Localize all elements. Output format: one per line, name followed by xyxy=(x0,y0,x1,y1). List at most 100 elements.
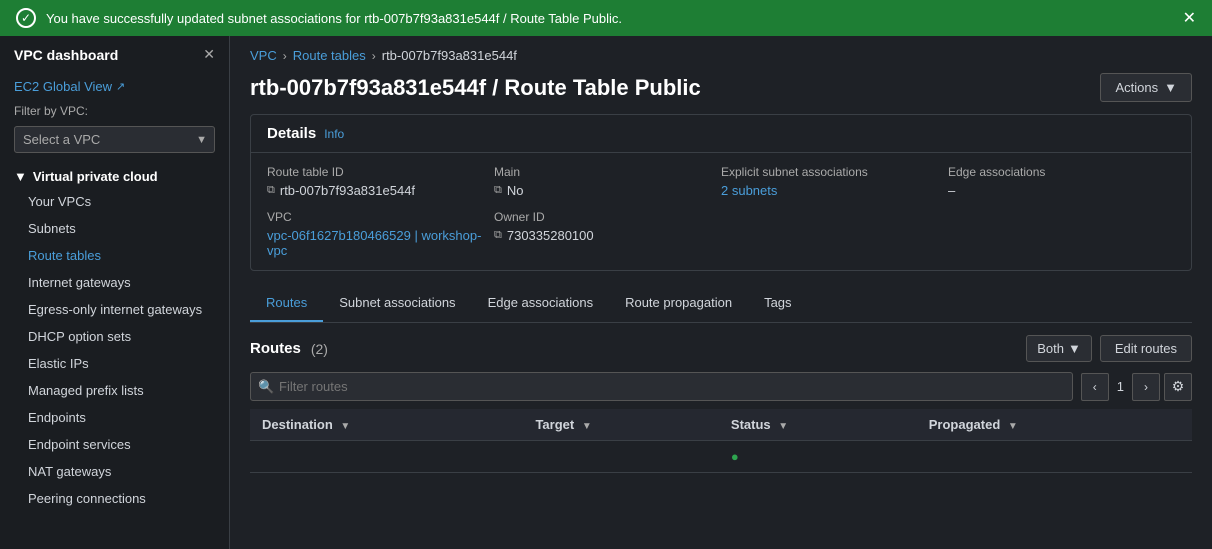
routes-actions: Both ▼ Edit routes xyxy=(1026,335,1192,362)
routes-count: (2) xyxy=(311,341,328,357)
col-destination: Destination ▼ xyxy=(250,409,523,441)
owner-id-item: Owner ID ⧉ 730335280100 xyxy=(494,210,721,258)
ec2-global-view-label: EC2 Global View xyxy=(14,79,112,94)
chevron-section-icon: ▼ xyxy=(14,169,27,184)
vpc-filter-wrap: Select a VPC ▼ xyxy=(14,126,215,153)
edge-assoc-value: – xyxy=(948,183,1175,198)
sort-icon: ▼ xyxy=(582,421,592,432)
filter-label: Filter by VPC: xyxy=(0,100,229,122)
details-grid: Route table ID ⧉ rtb-007b7f93a831e544f M… xyxy=(251,153,1191,270)
sidebar-item-subnets[interactable]: Subnets xyxy=(0,215,229,242)
explicit-subnet-link[interactable]: 2 subnets xyxy=(721,183,777,198)
sidebar-item-label: Endpoint services xyxy=(28,437,131,452)
vpc-value: vpc-06f1627b180466529 | workshop-vpc xyxy=(267,228,494,258)
chevron-down-icon: ▼ xyxy=(1164,80,1177,95)
routes-section: Routes (2) Both ▼ Edit routes 🔍 xyxy=(250,335,1192,473)
actions-button[interactable]: Actions ▼ xyxy=(1100,73,1192,102)
main-item: Main ⧉ No xyxy=(494,165,721,198)
edit-routes-button[interactable]: Edit routes xyxy=(1100,335,1192,362)
details-card: Details Info Route table ID ⧉ rtb-007b7f… xyxy=(250,114,1192,271)
copy-icon[interactable]: ⧉ xyxy=(267,184,275,197)
sidebar-item-label: Endpoints xyxy=(28,410,86,425)
details-info-link[interactable]: Info xyxy=(324,127,344,141)
sidebar-header: VPC dashboard ✕ xyxy=(0,36,229,73)
tab-route-propagation[interactable]: Route propagation xyxy=(609,285,748,322)
breadcrumb-sep-1: › xyxy=(283,49,287,63)
check-icon: ✓ xyxy=(16,8,36,28)
sidebar-item-nat-gateways[interactable]: NAT gateways xyxy=(0,458,229,485)
sidebar-item-label: Peering connections xyxy=(28,491,146,506)
status-icon: ● xyxy=(731,449,739,464)
sidebar-item-label: DHCP option sets xyxy=(28,329,131,344)
sidebar-item-endpoint-services[interactable]: Endpoint services xyxy=(0,431,229,458)
filter-routes-input[interactable] xyxy=(250,372,1073,401)
sidebar-item-endpoints[interactable]: Endpoints xyxy=(0,404,229,431)
col-target: Target ▼ xyxy=(523,409,718,441)
sidebar-item-label: NAT gateways xyxy=(28,464,111,479)
explicit-subnet-label: Explicit subnet associations xyxy=(721,165,948,179)
routes-title: Routes xyxy=(250,340,301,357)
table-row: ● xyxy=(250,441,1192,473)
tabs-bar: Routes Subnet associations Edge associat… xyxy=(250,285,1192,323)
tab-subnet-associations[interactable]: Subnet associations xyxy=(323,285,471,322)
sidebar-item-label: Egress-only internet gateways xyxy=(28,302,202,317)
tab-edge-associations[interactable]: Edge associations xyxy=(472,285,610,322)
external-link-icon: ↗ xyxy=(116,80,125,93)
banner-close-button[interactable]: ✕ xyxy=(1183,8,1196,28)
details-title: Details xyxy=(267,125,316,142)
sidebar-title: VPC dashboard xyxy=(14,47,118,63)
sidebar-item-route-tables[interactable]: Route tables xyxy=(0,242,229,269)
table-header-row: Destination ▼ Target ▼ Status ▼ Propag xyxy=(250,409,1192,441)
copy-icon[interactable]: ⧉ xyxy=(494,229,502,242)
vpc-section-header[interactable]: ▼ Virtual private cloud xyxy=(0,161,229,188)
sidebar-item-managed-prefix[interactable]: Managed prefix lists xyxy=(0,377,229,404)
sidebar-item-label: Managed prefix lists xyxy=(28,383,144,398)
search-wrap: 🔍 xyxy=(250,372,1073,401)
main-content: VPC › Route tables › rtb-007b7f93a831e54… xyxy=(230,36,1212,549)
route-table-id-item: Route table ID ⧉ rtb-007b7f93a831e544f xyxy=(267,165,494,198)
sidebar-item-egress-only[interactable]: Egress-only internet gateways xyxy=(0,296,229,323)
tab-routes[interactable]: Routes xyxy=(250,285,323,322)
explicit-subnet-value: 2 subnets xyxy=(721,183,948,198)
details-header: Details Info xyxy=(251,115,1191,153)
edge-assoc-label: Edge associations xyxy=(948,165,1175,179)
sidebar-item-internet-gateways[interactable]: Internet gateways xyxy=(0,269,229,296)
target-cell xyxy=(523,441,718,473)
tab-tags[interactable]: Tags xyxy=(748,285,807,322)
sidebar-item-dhcp[interactable]: DHCP option sets xyxy=(0,323,229,350)
breadcrumb-current: rtb-007b7f93a831e544f xyxy=(382,48,517,63)
breadcrumb-route-tables-link[interactable]: Route tables xyxy=(293,48,366,63)
status-cell: ● xyxy=(719,441,917,473)
breadcrumb-vpc-link[interactable]: VPC xyxy=(250,48,277,63)
main-layout: VPC dashboard ✕ EC2 Global View ↗ Filter… xyxy=(0,36,1212,549)
propagated-cell xyxy=(917,441,1192,473)
route-table-id-label: Route table ID xyxy=(267,165,494,179)
sidebar-item-label: Subnets xyxy=(28,221,76,236)
page-header: rtb-007b7f93a831e544f / Route Table Publ… xyxy=(230,69,1212,114)
sidebar-item-label: Route tables xyxy=(28,248,101,263)
ec2-global-view-link[interactable]: EC2 Global View ↗ xyxy=(0,73,229,100)
page-number: 1 xyxy=(1113,379,1128,394)
vpc-link[interactable]: vpc-06f1627b180466529 | workshop-vpc xyxy=(267,228,494,258)
table-settings-button[interactable]: ⚙ xyxy=(1164,373,1192,401)
sidebar-item-your-vpcs[interactable]: Your VPCs xyxy=(0,188,229,215)
breadcrumb-sep-2: › xyxy=(372,49,376,63)
sidebar-item-label: Internet gateways xyxy=(28,275,131,290)
prev-page-button[interactable]: ‹ xyxy=(1081,373,1109,401)
both-label: Both xyxy=(1037,341,1064,356)
vpc-filter-select[interactable]: Select a VPC xyxy=(14,126,215,153)
vpc-label: VPC xyxy=(267,210,494,224)
next-page-button[interactable]: › xyxy=(1132,373,1160,401)
sidebar-close-button[interactable]: ✕ xyxy=(203,46,215,63)
sort-icon: ▼ xyxy=(1008,421,1018,432)
filter-row: 🔍 ‹ 1 › ⚙ xyxy=(250,372,1192,401)
banner-message: You have successfully updated subnet ass… xyxy=(46,11,622,26)
sidebar-item-elastic-ips[interactable]: Elastic IPs xyxy=(0,350,229,377)
page-title: rtb-007b7f93a831e544f / Route Table Publ… xyxy=(250,75,1084,101)
both-filter-button[interactable]: Both ▼ xyxy=(1026,335,1092,362)
sidebar-item-peering[interactable]: Peering connections xyxy=(0,485,229,512)
sort-icon: ▼ xyxy=(340,421,350,432)
col-status: Status ▼ xyxy=(719,409,917,441)
main-label: Main xyxy=(494,165,721,179)
col-propagated: Propagated ▼ xyxy=(917,409,1192,441)
